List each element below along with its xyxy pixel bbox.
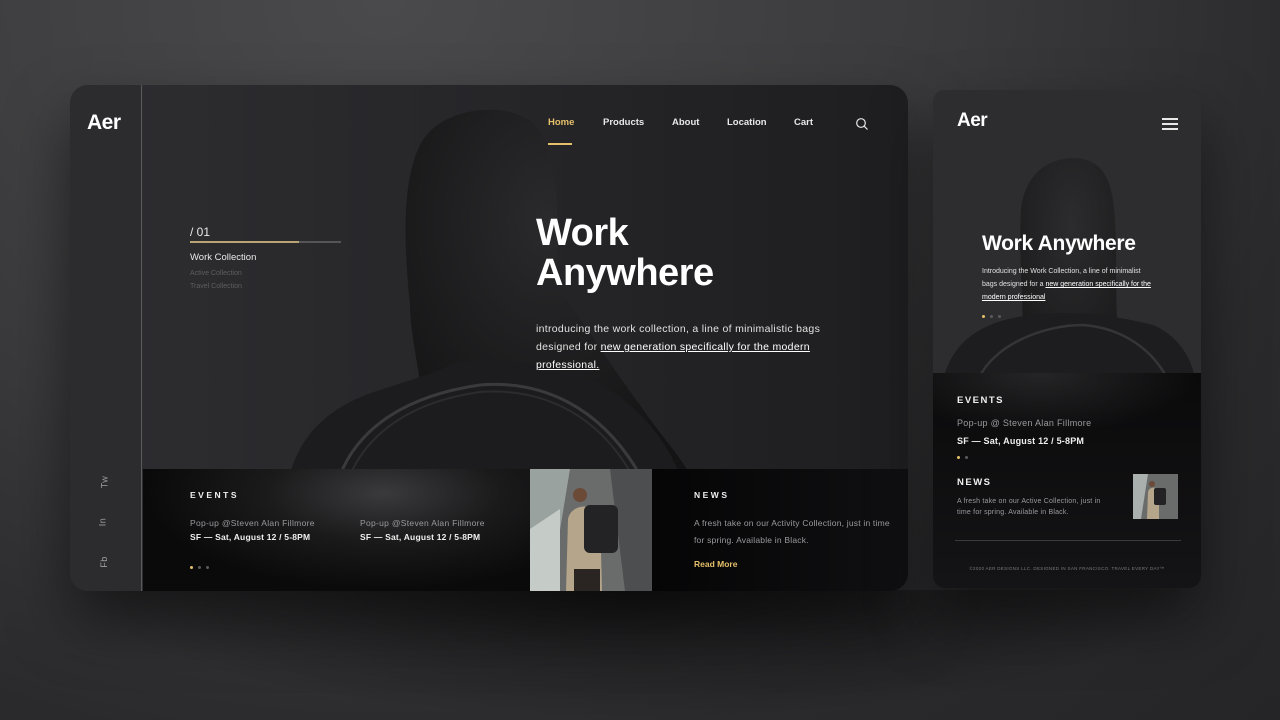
events-title: EVENTS xyxy=(190,490,240,500)
social-link-instagram[interactable]: In xyxy=(97,518,107,527)
search-icon[interactable] xyxy=(855,117,869,131)
pagination-dot[interactable] xyxy=(982,315,985,318)
events-section: EVENTS Pop-up @Steven Alan Fillmore SF —… xyxy=(143,469,530,591)
slide-progress-bar xyxy=(190,241,341,243)
hero-title-line2: Anywhere xyxy=(536,252,714,294)
mobile-footer-divider xyxy=(955,540,1181,541)
collection-active[interactable]: Active Collection xyxy=(190,270,242,277)
social-link-facebook[interactable]: Fb xyxy=(99,556,109,568)
mobile-events-pagination xyxy=(957,456,968,459)
social-link-twitter[interactable]: Tw xyxy=(99,476,109,489)
background-shadow xyxy=(80,590,1200,720)
nav-active-indicator xyxy=(548,143,572,145)
event-1-name[interactable]: Pop-up @Steven Alan Fillmore xyxy=(190,518,315,528)
mobile-logo[interactable]: Aer xyxy=(957,110,988,132)
mobile-event-name[interactable]: Pop-up @ Steven Alan Fillmore xyxy=(957,418,1091,428)
news-title: NEWS xyxy=(694,490,730,500)
hamburger-menu-icon[interactable] xyxy=(1162,118,1178,130)
nav-cart[interactable]: Cart xyxy=(794,117,813,128)
mobile-news-text: A fresh take on our Active Collection, j… xyxy=(957,498,1101,516)
mobile-events-title: EVENTS xyxy=(957,395,1005,406)
events-pagination xyxy=(190,566,209,569)
desktop-mockup: Aer Tw In Fb Home Products About Locatio… xyxy=(70,85,908,591)
pagination-dot[interactable] xyxy=(198,566,201,569)
nav-location[interactable]: Location xyxy=(727,117,767,128)
pagination-dot[interactable] xyxy=(998,315,1001,318)
mobile-bottom-section: EVENTS Pop-up @ Steven Alan Fillmore SF … xyxy=(933,373,1201,588)
mobile-hero-title: Work Anywhere xyxy=(982,232,1136,255)
pagination-dot[interactable] xyxy=(957,456,960,459)
news-section: NEWS A fresh take on our Activity Collec… xyxy=(652,469,908,591)
nav-home[interactable]: Home xyxy=(548,117,574,128)
pagination-dot[interactable] xyxy=(206,566,209,569)
mobile-news-image-man-with-backpack[interactable] xyxy=(1133,474,1178,519)
hero-title: Work Anywhere xyxy=(536,213,714,293)
collection-travel[interactable]: Travel Collection xyxy=(190,283,242,290)
collection-work[interactable]: Work Collection xyxy=(190,252,256,263)
nav-about[interactable]: About xyxy=(672,117,699,128)
event-2-name[interactable]: Pop-up @Steven Alan Fillmore xyxy=(360,518,485,528)
news-image-man-with-backpack xyxy=(530,469,652,591)
event-1-date: SF — Sat, August 12 / 5-8PM xyxy=(190,532,311,542)
read-more-link[interactable]: Read More xyxy=(694,559,737,569)
pagination-dot[interactable] xyxy=(990,315,993,318)
news-text: A fresh take on our Activity Collection,… xyxy=(694,518,890,545)
slide-index: / 01 xyxy=(190,225,211,239)
sidebar: Aer Tw In Fb xyxy=(70,85,142,591)
hero-title-line1: Work xyxy=(536,212,629,254)
pagination-dot[interactable] xyxy=(965,456,968,459)
nav-products[interactable]: Products xyxy=(603,117,644,128)
mobile-mockup: Aer Work Anywhere Introducing the Work C… xyxy=(933,90,1201,588)
hero-description: introducing the work collection, a line … xyxy=(536,320,836,374)
logo[interactable]: Aer xyxy=(87,111,121,135)
mobile-event-date: SF — Sat, August 12 / 5-8PM xyxy=(957,436,1085,446)
pagination-dot[interactable] xyxy=(190,566,193,569)
mobile-footer-copyright: ©2020 AER DESIGNS LLC. DESIGNED IN SAN F… xyxy=(969,566,1165,571)
mobile-news-title: NEWS xyxy=(957,477,992,488)
bottom-strip: EVENTS Pop-up @Steven Alan Fillmore SF —… xyxy=(143,469,908,591)
event-2-date: SF — Sat, August 12 / 5-8PM xyxy=(360,532,481,542)
mobile-hero-pagination xyxy=(982,315,1001,318)
slide-progress-fill xyxy=(190,241,299,243)
mobile-hero-description: Introducing the Work Collection, a line … xyxy=(982,265,1157,304)
